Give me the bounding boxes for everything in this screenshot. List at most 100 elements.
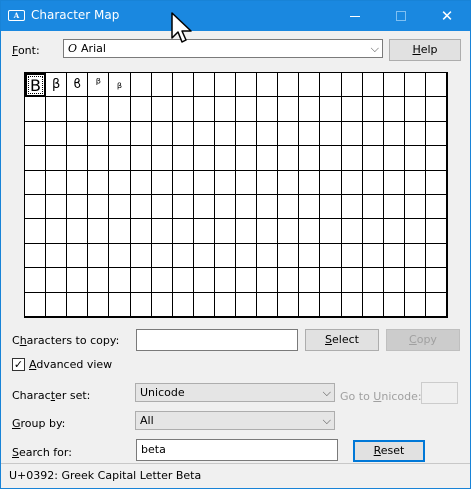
empty-cell[interactable]	[88, 243, 110, 269]
empty-cell[interactable]	[193, 268, 215, 293]
empty-cell[interactable]	[299, 194, 321, 220]
empty-cell[interactable]	[172, 73, 194, 98]
empty-cell[interactable]	[172, 292, 194, 317]
empty-cell[interactable]	[320, 146, 342, 171]
empty-cell[interactable]	[341, 219, 363, 244]
empty-cell[interactable]	[278, 121, 300, 147]
empty-cell[interactable]	[25, 97, 47, 122]
empty-cell[interactable]	[67, 268, 89, 293]
empty-cell[interactable]	[214, 268, 236, 293]
empty-cell[interactable]	[109, 97, 131, 122]
group-by-dropdown[interactable]: All ⌵	[135, 411, 335, 430]
empty-cell[interactable]	[425, 268, 447, 293]
character-cell[interactable]: ᵝ	[88, 73, 110, 98]
advanced-view-checkbox[interactable]: ✓	[12, 358, 25, 371]
empty-cell[interactable]	[130, 219, 152, 244]
empty-cell[interactable]	[130, 170, 152, 195]
empty-cell[interactable]	[341, 170, 363, 195]
empty-cell[interactable]	[299, 292, 321, 317]
empty-cell[interactable]	[46, 194, 68, 220]
empty-cell[interactable]	[151, 194, 173, 220]
empty-cell[interactable]	[193, 170, 215, 195]
empty-cell[interactable]	[425, 146, 447, 171]
empty-cell[interactable]	[67, 243, 89, 269]
empty-cell[interactable]	[193, 219, 215, 244]
empty-cell[interactable]	[172, 243, 194, 269]
go-to-unicode-input[interactable]	[421, 382, 458, 404]
empty-cell[interactable]	[25, 243, 47, 269]
empty-cell[interactable]	[425, 219, 447, 244]
empty-cell[interactable]	[404, 73, 426, 98]
empty-cell[interactable]	[172, 121, 194, 147]
empty-cell[interactable]	[362, 243, 384, 269]
empty-cell[interactable]	[278, 219, 300, 244]
empty-cell[interactable]	[109, 292, 131, 317]
empty-cell[interactable]	[404, 97, 426, 122]
empty-cell[interactable]	[257, 243, 279, 269]
empty-cell[interactable]	[88, 268, 110, 293]
empty-cell[interactable]	[236, 194, 258, 220]
reset-button[interactable]: Reset	[353, 440, 425, 462]
empty-cell[interactable]	[214, 73, 236, 98]
empty-cell[interactable]	[130, 73, 152, 98]
empty-cell[interactable]	[362, 73, 384, 98]
empty-cell[interactable]	[362, 170, 384, 195]
empty-cell[interactable]	[67, 97, 89, 122]
empty-cell[interactable]	[278, 194, 300, 220]
empty-cell[interactable]	[320, 243, 342, 269]
empty-cell[interactable]	[320, 170, 342, 195]
empty-cell[interactable]	[299, 243, 321, 269]
empty-cell[interactable]	[425, 292, 447, 317]
select-button[interactable]: Select	[305, 329, 379, 351]
empty-cell[interactable]	[278, 97, 300, 122]
empty-cell[interactable]	[172, 194, 194, 220]
empty-cell[interactable]	[88, 194, 110, 220]
empty-cell[interactable]	[46, 219, 68, 244]
empty-cell[interactable]	[46, 121, 68, 147]
empty-cell[interactable]	[299, 73, 321, 98]
empty-cell[interactable]	[257, 73, 279, 98]
empty-cell[interactable]	[130, 268, 152, 293]
empty-cell[interactable]	[46, 268, 68, 293]
empty-cell[interactable]	[383, 97, 405, 122]
empty-cell[interactable]	[88, 292, 110, 317]
empty-cell[interactable]	[172, 97, 194, 122]
empty-cell[interactable]	[404, 170, 426, 195]
empty-cell[interactable]	[25, 268, 47, 293]
empty-cell[interactable]	[67, 146, 89, 171]
empty-cell[interactable]	[88, 219, 110, 244]
empty-cell[interactable]	[341, 146, 363, 171]
empty-cell[interactable]	[320, 194, 342, 220]
empty-cell[interactable]	[383, 243, 405, 269]
empty-cell[interactable]	[257, 97, 279, 122]
empty-cell[interactable]	[67, 219, 89, 244]
empty-cell[interactable]	[236, 243, 258, 269]
empty-cell[interactable]	[341, 292, 363, 317]
empty-cell[interactable]	[341, 121, 363, 147]
empty-cell[interactable]	[320, 268, 342, 293]
empty-cell[interactable]	[425, 97, 447, 122]
empty-cell[interactable]	[320, 219, 342, 244]
empty-cell[interactable]	[320, 292, 342, 317]
empty-cell[interactable]	[46, 97, 68, 122]
empty-cell[interactable]	[299, 146, 321, 171]
empty-cell[interactable]	[404, 146, 426, 171]
empty-cell[interactable]	[299, 170, 321, 195]
empty-cell[interactable]	[25, 219, 47, 244]
empty-cell[interactable]	[383, 73, 405, 98]
empty-cell[interactable]	[278, 292, 300, 317]
empty-cell[interactable]	[320, 97, 342, 122]
empty-cell[interactable]	[404, 194, 426, 220]
empty-cell[interactable]	[193, 146, 215, 171]
empty-cell[interactable]	[67, 194, 89, 220]
empty-cell[interactable]	[425, 194, 447, 220]
empty-cell[interactable]	[278, 170, 300, 195]
empty-cell[interactable]	[46, 292, 68, 317]
empty-cell[interactable]	[88, 170, 110, 195]
empty-cell[interactable]	[25, 292, 47, 317]
empty-cell[interactable]	[109, 121, 131, 147]
empty-cell[interactable]	[67, 292, 89, 317]
empty-cell[interactable]	[362, 219, 384, 244]
empty-cell[interactable]	[214, 170, 236, 195]
empty-cell[interactable]	[172, 219, 194, 244]
